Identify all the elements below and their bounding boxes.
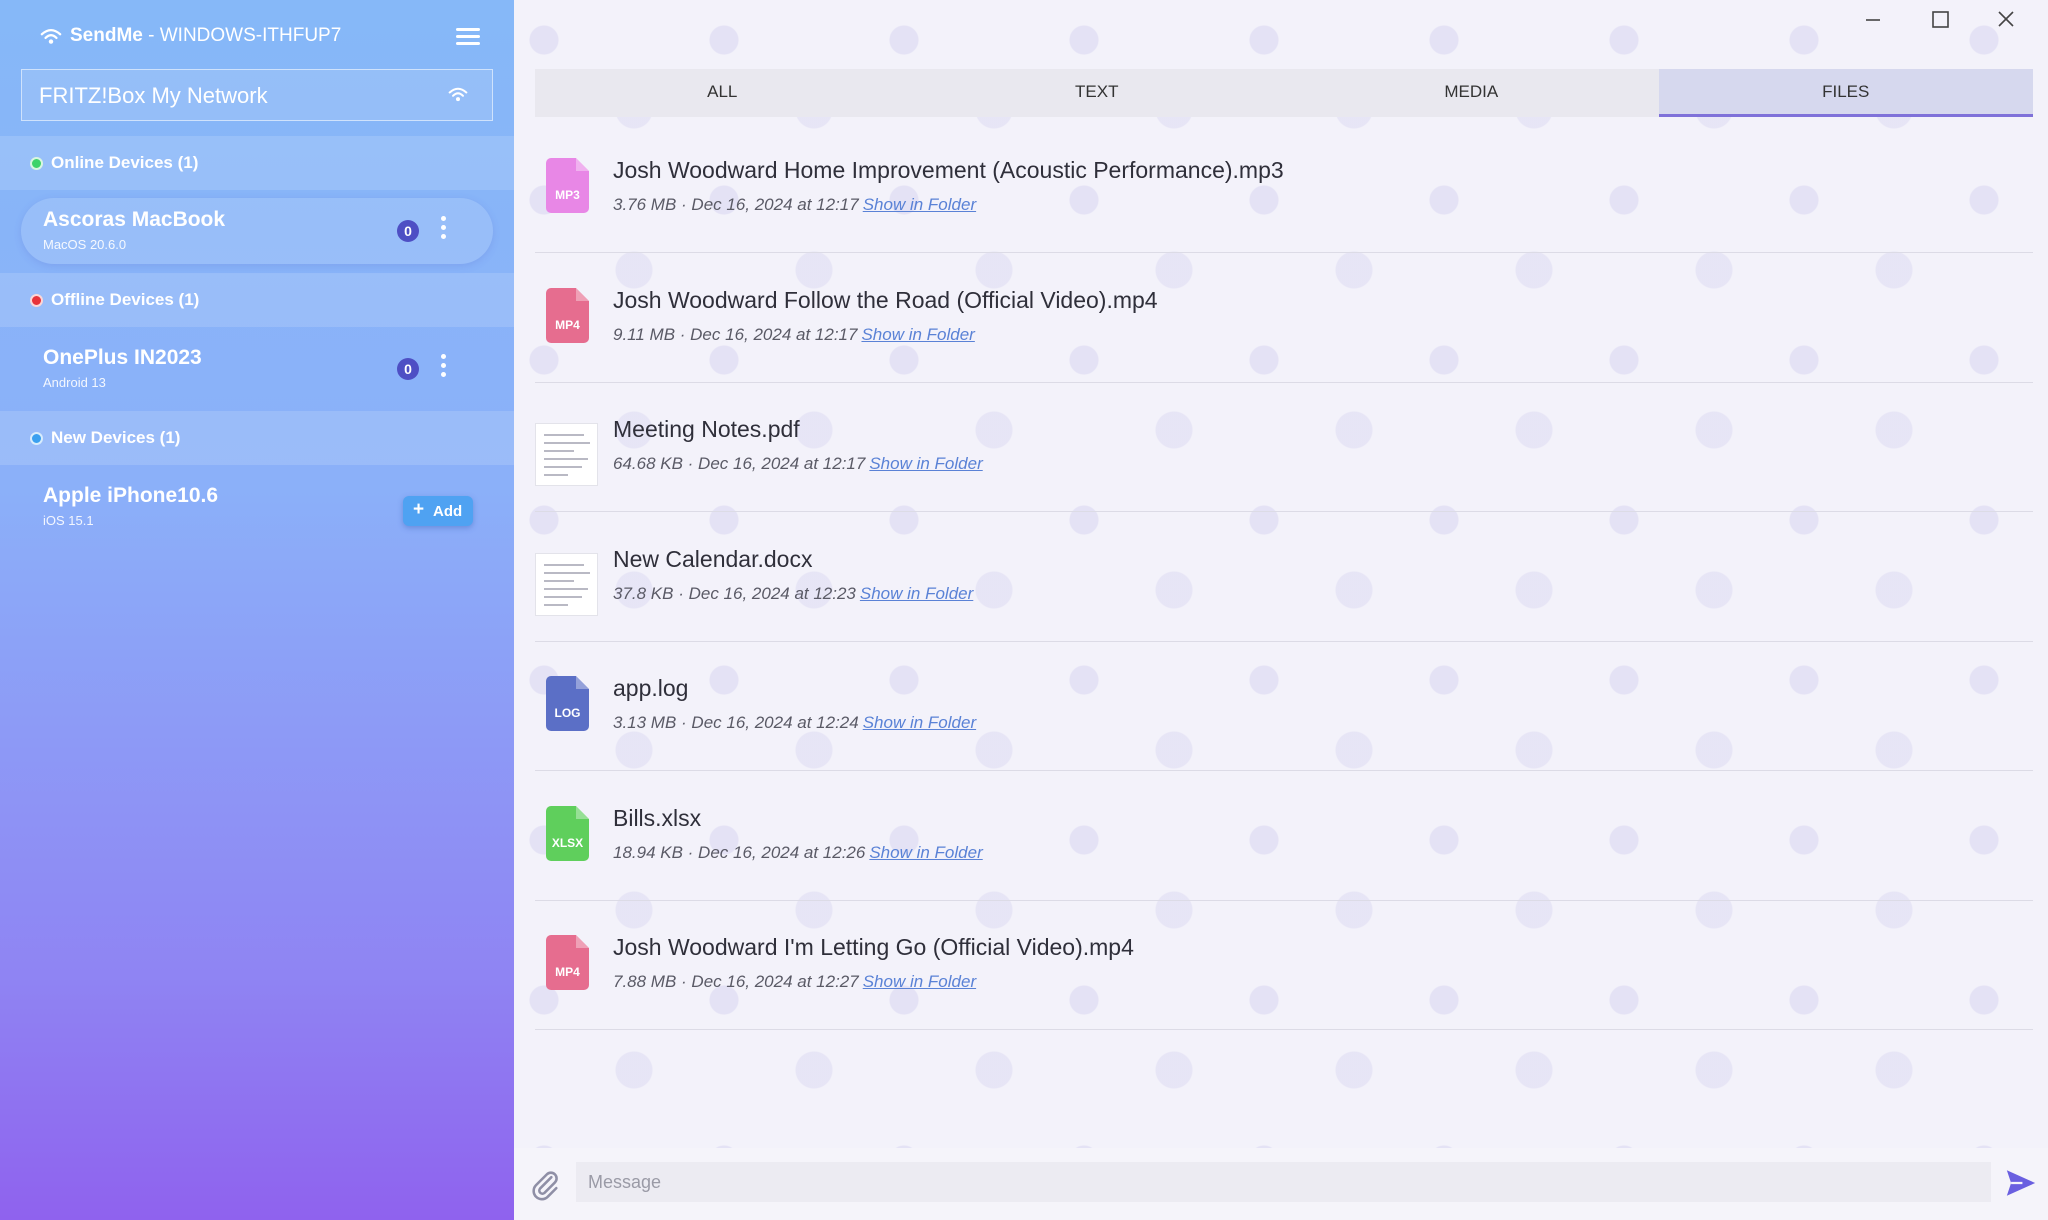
- wifi-icon: [40, 29, 62, 44]
- file-mp3-icon: MP3: [546, 158, 589, 213]
- show-in-folder-link[interactable]: Show in Folder: [863, 195, 976, 214]
- app-title-separator: -: [142, 25, 160, 46]
- app-title: SendMe - WINDOWS-ITHFUP7: [70, 25, 341, 47]
- tab-media[interactable]: MEDIA: [1284, 69, 1659, 117]
- file-row[interactable]: XLSX Bills.xlsx 18.94 KB · Dec 16, 2024 at…: [535, 772, 2033, 901]
- file-meta: 9.11 MB · Dec 16, 2024 at 12:17 Show in F…: [613, 325, 975, 345]
- section-label: Online Devices (1): [51, 153, 199, 172]
- tab-text[interactable]: TEXT: [910, 69, 1285, 117]
- show-in-folder-link[interactable]: Show in Folder: [863, 713, 976, 732]
- tab-bar: ALL TEXT MEDIA FILES: [535, 69, 2033, 117]
- network-name: FRITZ!Box My Network: [39, 83, 268, 108]
- online-status-dot: [30, 157, 43, 170]
- file-meta: 18.94 KB · Dec 16, 2024 at 12:26 Show in …: [613, 843, 983, 863]
- app-name: SendMe: [70, 25, 143, 46]
- show-in-folder-link[interactable]: Show in Folder: [860, 584, 973, 603]
- send-icon[interactable]: [2004, 1166, 2038, 1200]
- file-log-icon: LOG: [546, 676, 589, 731]
- file-name: Bills.xlsx: [613, 804, 702, 831]
- wifi-icon: [448, 87, 468, 102]
- device-os: MacOS 20.6.0: [43, 237, 127, 252]
- file-name: Josh Woodward I'm Letting Go (Official V…: [613, 934, 1134, 960]
- device-item-ascoras-macbook[interactable]: Ascoras MacBook MacOS 20.6.0 0: [21, 198, 493, 264]
- show-in-folder-link[interactable]: Show in Folder: [869, 454, 982, 473]
- tab-files[interactable]: FILES: [1658, 69, 2033, 117]
- file-row[interactable]: MP4 Josh Woodward I'm Letting Go (Officia…: [535, 901, 2033, 1030]
- file-name: Josh Woodward Follow the Road (Official …: [613, 286, 1158, 313]
- file-mp4-icon: MP4: [546, 287, 589, 343]
- add-button-label: Add: [433, 503, 463, 520]
- file-name: New Calendar.docx: [613, 545, 813, 572]
- section-online-devices: Online Devices (1): [0, 136, 514, 190]
- file-size-date: 64.68 KB · Dec 16, 2024 at 12:17: [613, 454, 866, 473]
- plus-icon: +: [413, 499, 425, 520]
- file-meta: 3.76 MB · Dec 16, 2024 at 12:17 Show in F…: [613, 195, 976, 215]
- file-meta: 7.88 MB · Dec 16, 2024 at 12:27 Show in F…: [613, 972, 976, 992]
- network-selector[interactable]: FRITZ!Box My Network: [21, 69, 493, 121]
- file-name: Meeting Notes.pdf: [613, 416, 800, 442]
- file-row[interactable]: New Calendar.docx 37.8 KB · Dec 16, 2024 …: [535, 513, 2033, 642]
- new-status-dot: [30, 432, 43, 445]
- show-in-folder-link[interactable]: Show in Folder: [861, 325, 974, 344]
- file-extension-label: XLSX: [551, 835, 584, 850]
- file-meta: 37.8 KB · Dec 16, 2024 at 12:23 Show in F…: [613, 584, 973, 604]
- file-meta: 64.68 KB · Dec 16, 2024 at 12:17 Show in …: [613, 454, 983, 474]
- file-extension-label: MP3: [555, 188, 580, 202]
- section-offline-devices: Offline Devices (1): [0, 273, 514, 327]
- file-size-date: 9.11 MB · Dec 16, 2024 at 12:17: [613, 324, 858, 344]
- offline-status-dot: [30, 294, 43, 307]
- window-controls: [1848, 0, 2048, 40]
- document-thumbnail: [535, 552, 598, 616]
- paperclip-icon[interactable]: [528, 1168, 562, 1202]
- show-in-folder-link[interactable]: Show in Folder: [869, 843, 982, 862]
- unread-count-badge: 0: [397, 220, 419, 242]
- device-name: OnePlus IN2023: [43, 346, 202, 369]
- section-label: New Devices (1): [51, 428, 181, 447]
- document-thumbnail: [535, 423, 598, 486]
- more-options-icon[interactable]: [437, 216, 449, 248]
- device-os: iOS 15.1: [43, 513, 94, 528]
- device-item-apple-iphone[interactable]: Apple iPhone10.6 iOS 15.1 + Add: [21, 474, 493, 540]
- file-name: Josh Woodward Home Improvement (Acoustic…: [613, 157, 1284, 183]
- file-row[interactable]: Meeting Notes.pdf 64.68 KB · Dec 16, 2024…: [535, 383, 2033, 512]
- hamburger-menu-icon[interactable]: [456, 28, 480, 50]
- device-item-oneplus[interactable]: OnePlus IN2023 Android 13 0: [21, 336, 493, 402]
- file-extension-label: LOG: [554, 706, 581, 720]
- close-icon[interactable]: [1991, 6, 2021, 34]
- file-size-date: 7.88 MB · Dec 16, 2024 at 12:27: [613, 972, 859, 991]
- tab-all[interactable]: ALL: [535, 69, 910, 117]
- file-size-date: 3.13 MB · Dec 16, 2024 at 12:24: [613, 713, 859, 732]
- file-meta: 3.13 MB · Dec 16, 2024 at 12:24 Show in F…: [613, 713, 976, 733]
- device-os: Android 13: [43, 375, 106, 390]
- host-name: WINDOWS-ITHFUP7: [159, 25, 342, 46]
- show-in-folder-link[interactable]: Show in Folder: [863, 972, 976, 991]
- section-new-devices: New Devices (1): [0, 411, 514, 465]
- device-name: Apple iPhone10.6: [43, 484, 219, 507]
- more-options-icon[interactable]: [437, 354, 449, 386]
- file-name: app.log: [613, 675, 689, 701]
- add-device-button[interactable]: + Add: [403, 496, 473, 526]
- file-row[interactable]: MP4 Josh Woodward Follow the Road (Offici…: [535, 254, 2033, 383]
- message-input[interactable]: [576, 1162, 1991, 1202]
- file-size-date: 3.76 MB · Dec 16, 2024 at 12:17: [613, 195, 859, 214]
- file-size-date: 18.94 KB · Dec 16, 2024 at 12:26: [613, 842, 866, 862]
- minimize-icon[interactable]: [1858, 6, 1888, 34]
- conversation-panel: ALL TEXT MEDIA FILES MP3 Josh Woodward Ho…: [514, 0, 2048, 1220]
- app-header: SendMe - WINDOWS-ITHFUP7: [0, 0, 514, 74]
- device-name: Ascoras MacBook: [43, 208, 226, 231]
- unread-count-badge: 0: [397, 358, 419, 380]
- file-row[interactable]: MP3 Josh Woodward Home Improvement (Acous…: [535, 124, 2033, 253]
- file-extension-label: MP4: [555, 965, 580, 979]
- file-row[interactable]: LOG app.log 3.13 MB · Dec 16, 2024 at 12:2…: [535, 642, 2033, 771]
- message-composer: [514, 1148, 2048, 1220]
- sidebar: SendMe - WINDOWS-ITHFUP7 FRITZ!Box My Ne…: [0, 0, 514, 1220]
- section-label: Offline Devices (1): [51, 290, 200, 309]
- file-extension-label: MP4: [555, 317, 580, 332]
- file-size-date: 37.8 KB · Dec 16, 2024 at 12:23: [613, 583, 856, 603]
- maximize-icon[interactable]: [1925, 6, 1955, 34]
- file-mp4-icon: MP4: [546, 935, 589, 990]
- file-xlsx-icon: XLSX: [546, 805, 589, 861]
